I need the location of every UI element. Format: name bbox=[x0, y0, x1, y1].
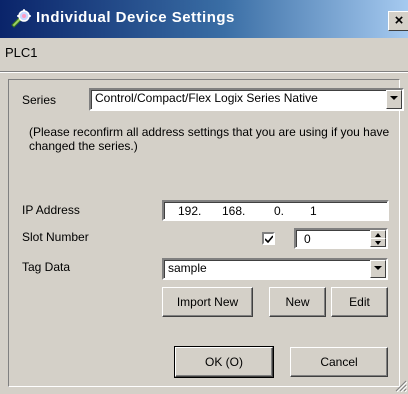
title-bar[interactable]: Individual Device Settings × bbox=[0, 0, 408, 38]
spin-up-icon bbox=[375, 233, 381, 237]
ip-address-label: IP Address bbox=[22, 203, 80, 217]
dropdown-arrow-icon bbox=[374, 266, 382, 270]
slot-number-checkbox[interactable] bbox=[262, 232, 275, 245]
series-value: Control/Compact/Flex Logix Series Native bbox=[95, 91, 318, 105]
close-icon: × bbox=[394, 12, 404, 29]
dropdown-arrow-icon bbox=[390, 96, 398, 100]
slot-number-value: 0 bbox=[304, 232, 311, 246]
ip-octet-4: 1 bbox=[310, 204, 317, 218]
checkmark-icon bbox=[265, 235, 273, 243]
series-dropdown-button[interactable] bbox=[386, 90, 402, 109]
series-change-note: (Please reconfirm all address settings t… bbox=[29, 125, 390, 153]
ok-button[interactable]: OK (O) bbox=[174, 346, 274, 378]
separator bbox=[0, 71, 408, 73]
slot-number-label: Slot Number bbox=[22, 230, 89, 244]
tag-data-label: Tag Data bbox=[22, 260, 71, 274]
new-button[interactable]: New bbox=[269, 287, 326, 317]
spin-down-icon bbox=[375, 241, 381, 245]
series-label: Series bbox=[22, 93, 57, 107]
slot-number-stepper[interactable]: 0 bbox=[294, 228, 388, 249]
tag-data-select[interactable]: sample bbox=[162, 258, 388, 280]
ip-address-field[interactable]: 192. 168. 0. 1 bbox=[162, 200, 389, 221]
ip-octet-1: 192. bbox=[178, 204, 202, 218]
edit-button[interactable]: Edit bbox=[331, 287, 388, 317]
tag-data-dropdown-button[interactable] bbox=[370, 260, 386, 278]
close-button[interactable]: × bbox=[388, 11, 408, 31]
window-title: Individual Device Settings bbox=[36, 9, 235, 26]
tag-data-value: sample bbox=[168, 261, 207, 275]
device-name: PLC1 bbox=[5, 45, 38, 60]
import-new-button[interactable]: Import New bbox=[162, 287, 253, 317]
series-select[interactable]: Control/Compact/Flex Logix Series Native bbox=[89, 88, 404, 111]
ip-octet-3: 0. bbox=[274, 204, 285, 218]
size-grip-icon[interactable] bbox=[395, 380, 407, 392]
cancel-button[interactable]: Cancel bbox=[290, 347, 388, 377]
ip-octet-2: 168. bbox=[222, 204, 246, 218]
spin-down-button[interactable] bbox=[370, 238, 386, 247]
individual-device-settings-dialog: Individual Device Settings × PLC1 Series… bbox=[0, 0, 408, 394]
device-settings-icon bbox=[11, 9, 31, 28]
